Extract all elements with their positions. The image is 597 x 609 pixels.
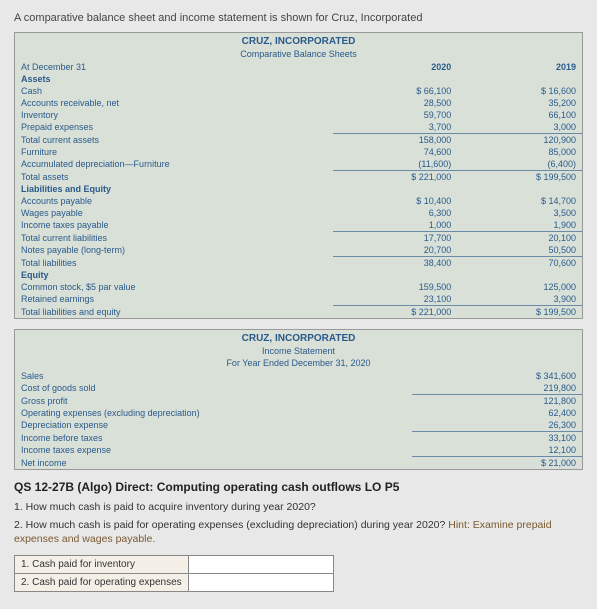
is-company: CRUZ, INCORPORATED [15,330,582,346]
row-label: Notes payable (long-term) [15,244,333,257]
row-label: Depreciation expense [15,419,412,432]
row-val: $ 341,600 [412,370,582,382]
row-val: $ 10,400 [333,195,458,207]
row-val: $ 199,500 [457,171,582,184]
bs-year2: 2019 [457,61,582,73]
row-label: Prepaid expenses [15,121,333,134]
row-val: 28,500 [333,97,458,109]
row-val: 20,700 [333,244,458,257]
row-val: 74,600 [333,146,458,158]
question-1: 1. How much cash is paid to acquire inve… [14,500,583,514]
answer-1-input[interactable] [195,559,327,570]
row-val: 38,400 [333,257,458,270]
is-sub1: Income Statement [15,346,582,358]
row-val: 158,000 [333,134,458,147]
row-val: $ 221,000 [333,171,458,184]
row-label: Income taxes payable [15,219,333,232]
income-statement: CRUZ, INCORPORATED Income Statement For … [14,329,583,470]
row-val: 219,800 [412,382,582,395]
row-label: Common stock, $5 par value [15,281,333,293]
question-2: 2. How much cash is paid for operating e… [14,518,583,546]
row-label: Income before taxes [15,432,412,445]
row-val: 6,300 [333,207,458,219]
bs-eq-h: Equity [15,269,333,281]
row-val: 23,100 [333,293,458,306]
row-label: Accounts payable [15,195,333,207]
row-val: 85,000 [457,146,582,158]
row-label: Gross profit [15,395,412,408]
row-val: 121,800 [412,395,582,408]
answer-2-input[interactable] [195,577,327,588]
row-val: 3,700 [333,121,458,134]
row-label: Cash [15,85,333,97]
row-label: Total liabilities [15,257,333,270]
row-val: $ 14,700 [457,195,582,207]
row-val: $ 66,100 [333,85,458,97]
row-val: (6,400) [457,158,582,171]
row-label: Net income [15,457,412,470]
row-val: 50,500 [457,244,582,257]
row-val: 66,100 [457,109,582,121]
row-val: 3,900 [457,293,582,306]
bs-assets-h: Assets [15,73,333,85]
row-val: 120,900 [457,134,582,147]
answer-table: 1. Cash paid for inventory 2. Cash paid … [14,555,334,592]
row-label: Total assets [15,171,333,184]
row-val: $ 16,600 [457,85,582,97]
row-val: 33,100 [412,432,582,445]
bs-at: At December 31 [15,61,333,73]
page-intro: A comparative balance sheet and income s… [14,12,583,24]
row-val: 3,000 [457,121,582,134]
question-2-text: 2. How much cash is paid for operating e… [14,519,448,531]
row-val: 12,100 [412,444,582,457]
row-val: 70,600 [457,257,582,270]
is-sub2: For Year Ended December 31, 2020 [15,358,582,370]
row-val: 26,300 [412,419,582,432]
row-label: Total current assets [15,134,333,147]
row-val: 125,000 [457,281,582,293]
row-val: 62,400 [412,407,582,419]
bs-subtitle: Comparative Balance Sheets [15,49,582,61]
row-label: Accounts receivable, net [15,97,333,109]
row-label: Furniture [15,146,333,158]
row-val: 17,700 [333,232,458,245]
is-table: Sales$ 341,600 Cost of goods sold219,800… [15,370,582,469]
bs-table: At December 31 2020 2019 Assets Cash$ 66… [15,61,582,318]
row-label: Accumulated depreciation—Furniture [15,158,333,171]
row-label: Income taxes expense [15,444,412,457]
row-val: 20,100 [457,232,582,245]
row-val: 3,500 [457,207,582,219]
question-heading: QS 12-27B (Algo) Direct: Computing opera… [14,480,583,494]
row-label: Retained earnings [15,293,333,306]
row-label: Inventory [15,109,333,121]
row-label: Total liabilities and equity [15,306,333,319]
row-val: $ 199,500 [457,306,582,319]
bs-company: CRUZ, INCORPORATED [15,33,582,49]
row-val: 1,000 [333,219,458,232]
row-val: 1,900 [457,219,582,232]
row-val: $ 21,000 [412,457,582,470]
row-label: Wages payable [15,207,333,219]
bs-year1: 2020 [333,61,458,73]
row-label: Operating expenses (excluding depreciati… [15,407,412,419]
row-label: Sales [15,370,412,382]
balance-sheet: CRUZ, INCORPORATED Comparative Balance S… [14,32,583,319]
answer-row-1-label: 1. Cash paid for inventory [15,555,189,573]
row-val: $ 221,000 [333,306,458,319]
bs-liab-h: Liabilities and Equity [15,183,333,195]
row-val: 159,500 [333,281,458,293]
row-label: Total current liabilities [15,232,333,245]
row-val: 59,700 [333,109,458,121]
row-val: (11,600) [333,158,458,171]
answer-row-2-label: 2. Cash paid for operating expenses [15,573,189,591]
row-val: 35,200 [457,97,582,109]
row-label: Cost of goods sold [15,382,412,395]
